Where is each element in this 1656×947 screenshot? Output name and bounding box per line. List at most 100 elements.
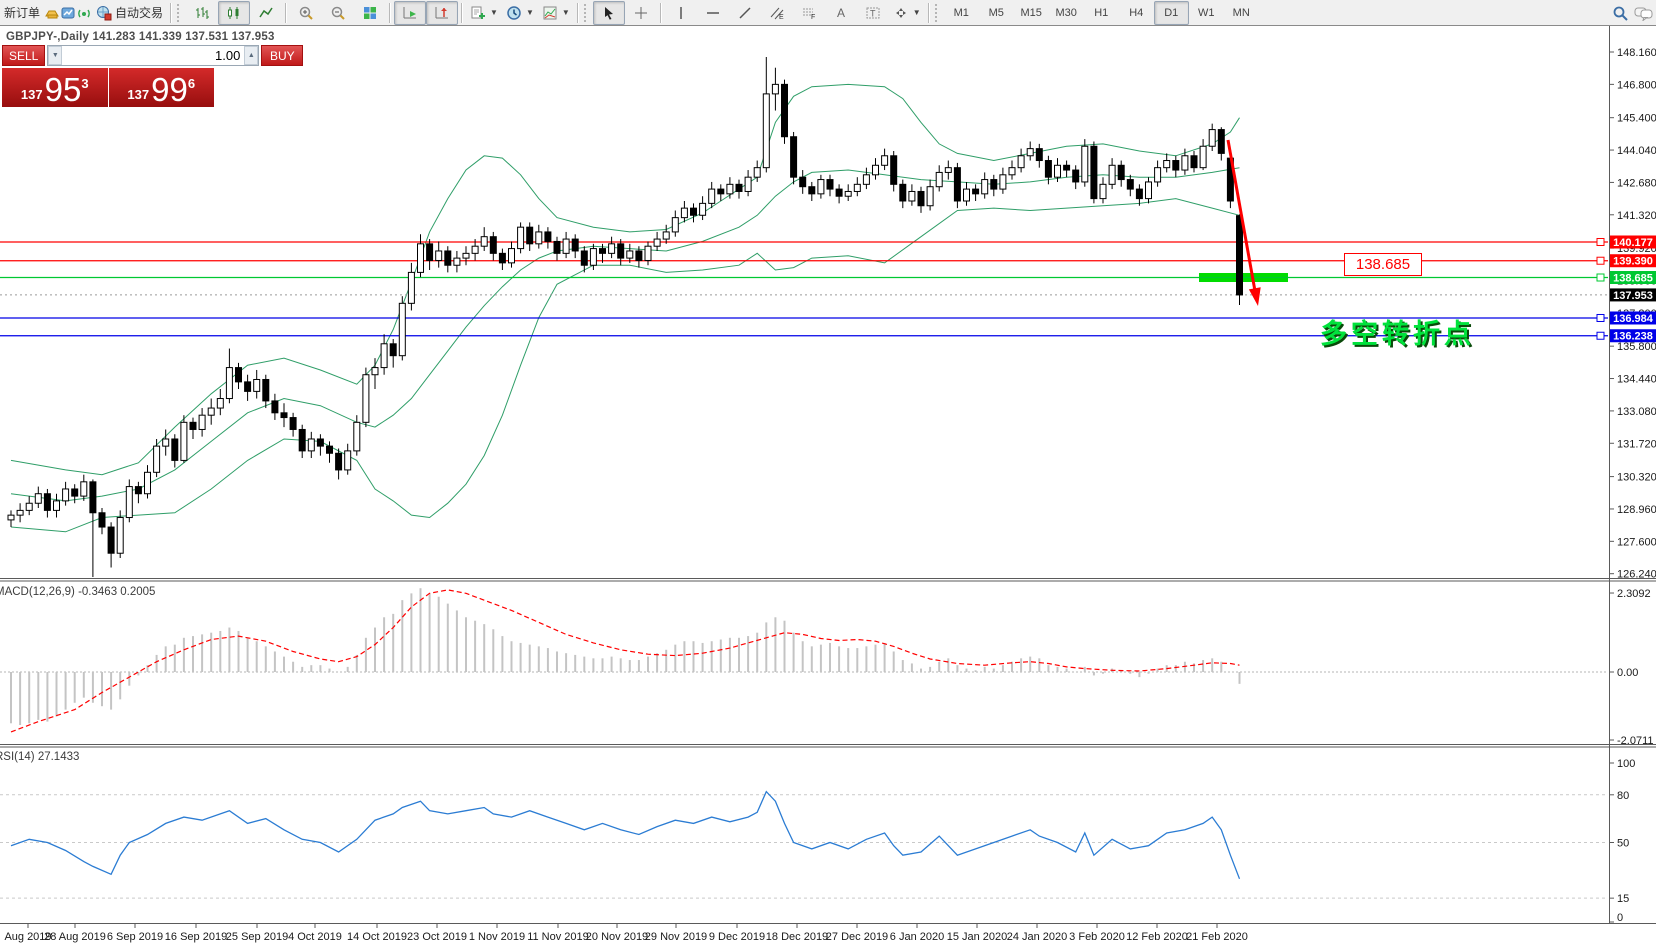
svg-text:144.040: 144.040 bbox=[1617, 145, 1656, 157]
svg-text:27 Dec 2019: 27 Dec 2019 bbox=[826, 931, 888, 943]
label-tool-button[interactable]: T bbox=[857, 1, 889, 25]
svg-text:146.800: 146.800 bbox=[1617, 79, 1656, 91]
market-watch-icon[interactable] bbox=[60, 5, 76, 21]
zoom-in-button[interactable] bbox=[290, 1, 322, 25]
svg-text:50: 50 bbox=[1617, 838, 1629, 850]
tile-windows-button[interactable] bbox=[354, 1, 386, 25]
text-tool-button[interactable]: A bbox=[825, 1, 857, 25]
svg-text:14 Oct 2019: 14 Oct 2019 bbox=[347, 931, 407, 943]
signal-icon[interactable] bbox=[76, 5, 92, 21]
new-order-button[interactable]: 新订单 bbox=[0, 1, 44, 25]
volume-stepper: ▼ ▲ bbox=[47, 45, 259, 66]
equidistant-channel-tool-button[interactable]: E bbox=[761, 1, 793, 25]
arrows-tool-button[interactable]: ▼ bbox=[889, 1, 925, 25]
timeframe-button-m15[interactable]: M15 bbox=[1014, 1, 1049, 25]
new-chart-button[interactable]: ▼ bbox=[466, 1, 502, 25]
svg-text:128.960: 128.960 bbox=[1617, 504, 1656, 516]
svg-text:-2.0711: -2.0711 bbox=[1617, 735, 1654, 747]
candles bbox=[8, 57, 1243, 577]
rsi-line bbox=[11, 792, 1240, 879]
svg-text:1 Nov 2019: 1 Nov 2019 bbox=[469, 931, 525, 943]
sell-button[interactable]: SELL bbox=[2, 45, 45, 66]
chart-properties-button[interactable]: ▼ bbox=[538, 1, 574, 25]
one-click-trading-panel: SELL ▼ ▲ BUY 137 95 3 137 99 6 bbox=[2, 45, 214, 107]
volume-increase-button[interactable]: ▲ bbox=[244, 46, 258, 65]
svg-text:3 Feb 2020: 3 Feb 2020 bbox=[1069, 931, 1125, 943]
svg-text:6 Jan 2020: 6 Jan 2020 bbox=[890, 931, 944, 943]
gold-bars-icon[interactable] bbox=[44, 5, 60, 21]
macd-signal-line bbox=[11, 590, 1240, 732]
cursor-tool-button[interactable] bbox=[593, 1, 625, 25]
svg-text:100: 100 bbox=[1617, 758, 1635, 770]
timeframe-button-w1[interactable]: W1 bbox=[1189, 1, 1224, 25]
fibonacci-tool-button[interactable]: F bbox=[793, 1, 825, 25]
sell-price-prefix: 137 bbox=[21, 88, 43, 101]
buy-price-main: 99 bbox=[151, 76, 188, 104]
bollinger-middle-line bbox=[11, 168, 1240, 501]
chevron-down-icon: ▼ bbox=[490, 8, 498, 17]
svg-text:133.080: 133.080 bbox=[1617, 406, 1656, 418]
svg-text:142.680: 142.680 bbox=[1617, 177, 1656, 189]
trendline-tool-button[interactable] bbox=[729, 1, 761, 25]
chevron-down-icon: ▼ bbox=[913, 8, 921, 17]
svg-text:148.160: 148.160 bbox=[1617, 47, 1656, 59]
timeframe-button-d1[interactable]: D1 bbox=[1154, 1, 1189, 25]
svg-text:28 Aug 2019: 28 Aug 2019 bbox=[44, 931, 106, 943]
svg-text:131.720: 131.720 bbox=[1617, 438, 1656, 450]
trend-arrow-head bbox=[1249, 287, 1261, 306]
svg-text:141.320: 141.320 bbox=[1617, 210, 1656, 222]
timeframe-button-h4[interactable]: H4 bbox=[1119, 1, 1154, 25]
svg-text:12 Feb 2020: 12 Feb 2020 bbox=[1126, 931, 1188, 943]
chart-title: GBPJPY-,Daily 141.283 141.339 137.531 13… bbox=[6, 31, 275, 43]
crosshair-tool-button[interactable] bbox=[625, 1, 657, 25]
svg-text:126.240: 126.240 bbox=[1617, 569, 1656, 581]
bar-chart-type-button[interactable] bbox=[186, 1, 218, 25]
chart-canvas: 148.160146.800145.400144.040142.680141.3… bbox=[0, 0, 1656, 947]
auto-trading-icon bbox=[96, 5, 112, 21]
svg-text:134.440: 134.440 bbox=[1617, 374, 1656, 386]
vertical-line-tool-button[interactable] bbox=[665, 1, 697, 25]
buy-price[interactable]: 137 99 6 bbox=[109, 68, 215, 107]
auto-trading-button[interactable]: 自动交易 bbox=[92, 1, 167, 25]
svg-text:136.984: 136.984 bbox=[1613, 313, 1654, 325]
timeframe-button-m5[interactable]: M5 bbox=[979, 1, 1014, 25]
search-icon[interactable] bbox=[1612, 5, 1628, 21]
svg-text:15: 15 bbox=[1617, 893, 1629, 905]
sell-price[interactable]: 137 95 3 bbox=[2, 68, 109, 107]
volume-input[interactable] bbox=[62, 46, 244, 65]
svg-text:20 Nov 2019: 20 Nov 2019 bbox=[586, 931, 648, 943]
timeframe-button-h1[interactable]: H1 bbox=[1084, 1, 1119, 25]
horizontal-line-tool-button[interactable] bbox=[697, 1, 729, 25]
svg-text:18 Dec 2019: 18 Dec 2019 bbox=[766, 931, 828, 943]
mt4-terminal: { "toolbar":{ "new_order_label":"新订单", "… bbox=[0, 0, 1656, 947]
buy-button[interactable]: BUY bbox=[261, 45, 303, 66]
macd-histogram bbox=[11, 588, 1240, 725]
profiles-button[interactable]: ▼ bbox=[502, 1, 538, 25]
svg-text:140.177: 140.177 bbox=[1613, 237, 1653, 249]
volume-decrease-button[interactable]: ▼ bbox=[48, 46, 62, 65]
line-chart-type-button[interactable] bbox=[250, 1, 282, 25]
svg-text:138.685: 138.685 bbox=[1613, 273, 1653, 285]
bollinger-upper-line bbox=[11, 84, 1240, 474]
svg-text:24 Jan 2020: 24 Jan 2020 bbox=[1007, 931, 1068, 943]
timeframe-button-m1[interactable]: M1 bbox=[944, 1, 979, 25]
svg-text:0.00: 0.00 bbox=[1617, 667, 1638, 679]
auto-scroll-button[interactable] bbox=[394, 1, 426, 25]
svg-text:21 Feb 2020: 21 Feb 2020 bbox=[1186, 931, 1248, 943]
svg-text:0: 0 bbox=[1617, 912, 1623, 924]
svg-text:4 Oct 2019: 4 Oct 2019 bbox=[288, 931, 342, 943]
svg-text:T: T bbox=[870, 8, 876, 18]
zoom-out-button[interactable] bbox=[322, 1, 354, 25]
candlestick-chart-type-button[interactable] bbox=[218, 1, 250, 25]
timeframe-button-mn[interactable]: MN bbox=[1224, 1, 1259, 25]
svg-text:16 Sep 2019: 16 Sep 2019 bbox=[165, 931, 227, 943]
svg-text:127.600: 127.600 bbox=[1617, 536, 1656, 548]
chart-shift-button[interactable] bbox=[426, 1, 458, 25]
rsi-indicator-label: RSI(14) 27.1433 bbox=[0, 751, 79, 763]
svg-text:23 Oct 2019: 23 Oct 2019 bbox=[407, 931, 467, 943]
chat-icon[interactable] bbox=[1634, 5, 1650, 21]
svg-text:E: E bbox=[779, 14, 784, 21]
svg-text:9 Dec 2019: 9 Dec 2019 bbox=[709, 931, 765, 943]
timeframe-button-m30[interactable]: M30 bbox=[1049, 1, 1084, 25]
svg-text:11 Nov 2019: 11 Nov 2019 bbox=[527, 931, 589, 943]
